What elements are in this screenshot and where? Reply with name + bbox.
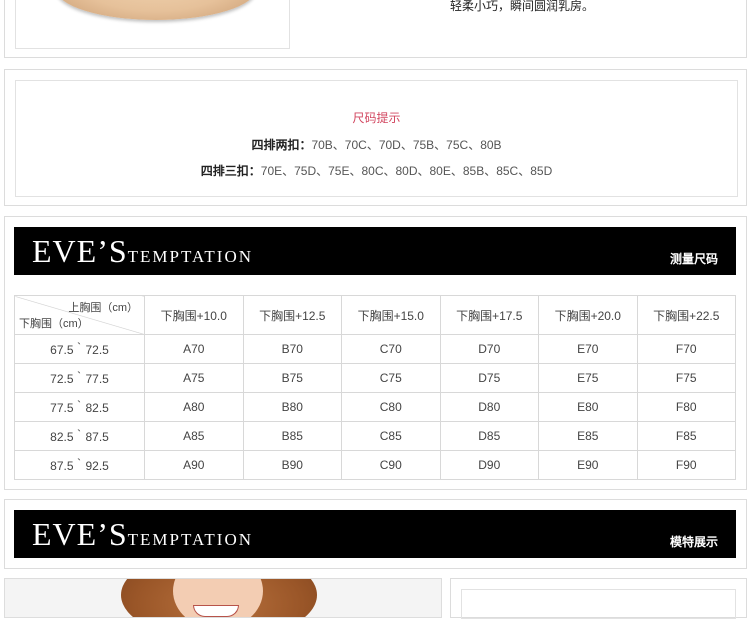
size-cell: C90 (341, 450, 441, 480)
bra-pad-image (56, 0, 256, 20)
size-tips-row: 四排三扣：70E、75D、75E、80C、80D、80E、85B、85C、85D (16, 162, 737, 179)
photo-frame (461, 589, 736, 619)
column-header: 下胸围+20.0 (538, 295, 638, 335)
size-cell: B85 (242, 421, 342, 451)
size-cell: B70 (242, 334, 342, 364)
size-cell: D90 (439, 450, 539, 480)
model-smile (193, 605, 239, 617)
size-cell: C85 (341, 421, 441, 451)
size-cell: F90 (636, 450, 736, 480)
brand-banner: EVE’STEMPTATION 测量尺码 (14, 227, 736, 275)
column-header: 下胸围+15.0 (341, 295, 441, 335)
brand-banner: EVE’STEMPTATION 模特展示 (14, 510, 736, 558)
row-range-cell: 82.5｀87.5 (14, 421, 145, 451)
size-tips-box: 尺码提示 四排两扣：70B、70C、70D、75B、75C、80B 四排三扣：7… (15, 80, 738, 197)
size-table: 上胸围（cm） 下胸围（cm） 下胸围+10.0 下胸围+12.5 下胸围+15… (14, 295, 736, 480)
banner-tag: 测量尺码 (669, 252, 718, 266)
table-row: 72.5｀77.5 A75 B75 C75 D75 E75 F75 (14, 363, 736, 393)
table-row: 87.5｀92.5 A90 B90 C90 D90 E90 F90 (14, 450, 736, 480)
size-cell: F75 (636, 363, 736, 393)
table-row: 77.5｀82.5 A80 B80 C80 D80 E80 F80 (14, 392, 736, 422)
size-tips-row-sizes: 70E、75D、75E、80C、80D、80E、85B、85C、85D (260, 164, 553, 178)
banner-tag: 模特展示 (669, 535, 718, 549)
size-cell: E85 (538, 421, 638, 451)
size-cell: A90 (144, 450, 244, 480)
table-row: 67.5｀72.5 A70 B70 C70 D70 E70 F70 (14, 334, 736, 364)
size-cell: E90 (538, 450, 638, 480)
size-cell: E75 (538, 363, 638, 393)
brand-logo: EVE’STEMPTATION (32, 233, 254, 269)
column-header: 下胸围+12.5 (242, 295, 342, 335)
size-tips-row: 四排两扣：70B、70C、70D、75B、75C、80B (16, 136, 737, 153)
corner-bottom-label: 下胸围（cm） (19, 318, 89, 330)
size-cell: B90 (242, 450, 342, 480)
column-header: 下胸围+22.5 (636, 295, 736, 335)
size-tips-section: 尺码提示 四排两扣：70B、70C、70D、75B、75C、80B 四排三扣：7… (4, 69, 747, 206)
size-tips-row-label: 四排两扣： (251, 138, 312, 152)
product-image-frame (15, 0, 290, 49)
brand-logo: EVE’STEMPTATION (32, 516, 254, 552)
size-cell: A70 (144, 334, 244, 364)
table-header-row: 上胸围（cm） 下胸围（cm） 下胸围+10.0 下胸围+12.5 下胸围+15… (14, 295, 736, 335)
table-row: 82.5｀87.5 A85 B85 C85 D85 E85 F85 (14, 421, 736, 451)
size-cell: A85 (144, 421, 244, 451)
size-cell: F80 (636, 392, 736, 422)
table-corner-header: 上胸围（cm） 下胸围（cm） (14, 295, 145, 335)
size-cell: E80 (538, 392, 638, 422)
size-cell: D85 (439, 421, 539, 451)
size-cell: A80 (144, 392, 244, 422)
model-photo-secondary (450, 578, 747, 619)
model-photo (4, 578, 442, 618)
row-range-cell: 87.5｀92.5 (14, 450, 145, 480)
size-tips-row-label: 四排三扣： (200, 164, 261, 178)
row-range-cell: 72.5｀77.5 (14, 363, 145, 393)
size-cell: B80 (242, 392, 342, 422)
size-cell: A75 (144, 363, 244, 393)
product-description: 轻柔小巧，瞬间圆润乳房。 (450, 0, 595, 13)
size-cell: F85 (636, 421, 736, 451)
size-cell: B75 (242, 363, 342, 393)
row-range-cell: 77.5｀82.5 (14, 392, 145, 422)
corner-top-label: 上胸围（cm） (68, 302, 138, 314)
column-header: 下胸围+17.5 (439, 295, 539, 335)
size-tips-title: 尺码提示 (352, 111, 401, 125)
size-cell: E70 (538, 334, 638, 364)
row-range-cell: 67.5｀72.5 (14, 334, 145, 364)
size-cell: D75 (439, 363, 539, 393)
size-cell: C80 (341, 392, 441, 422)
column-header: 下胸围+10.0 (144, 295, 244, 335)
size-cell: C75 (341, 363, 441, 393)
size-cell: D70 (439, 334, 539, 364)
size-cell: F70 (636, 334, 736, 364)
size-cell: D80 (439, 392, 539, 422)
product-section: 轻柔小巧，瞬间圆润乳房。 (4, 0, 747, 58)
size-cell: C70 (341, 334, 441, 364)
size-tips-row-sizes: 70B、70C、70D、75B、75C、80B (311, 138, 502, 152)
